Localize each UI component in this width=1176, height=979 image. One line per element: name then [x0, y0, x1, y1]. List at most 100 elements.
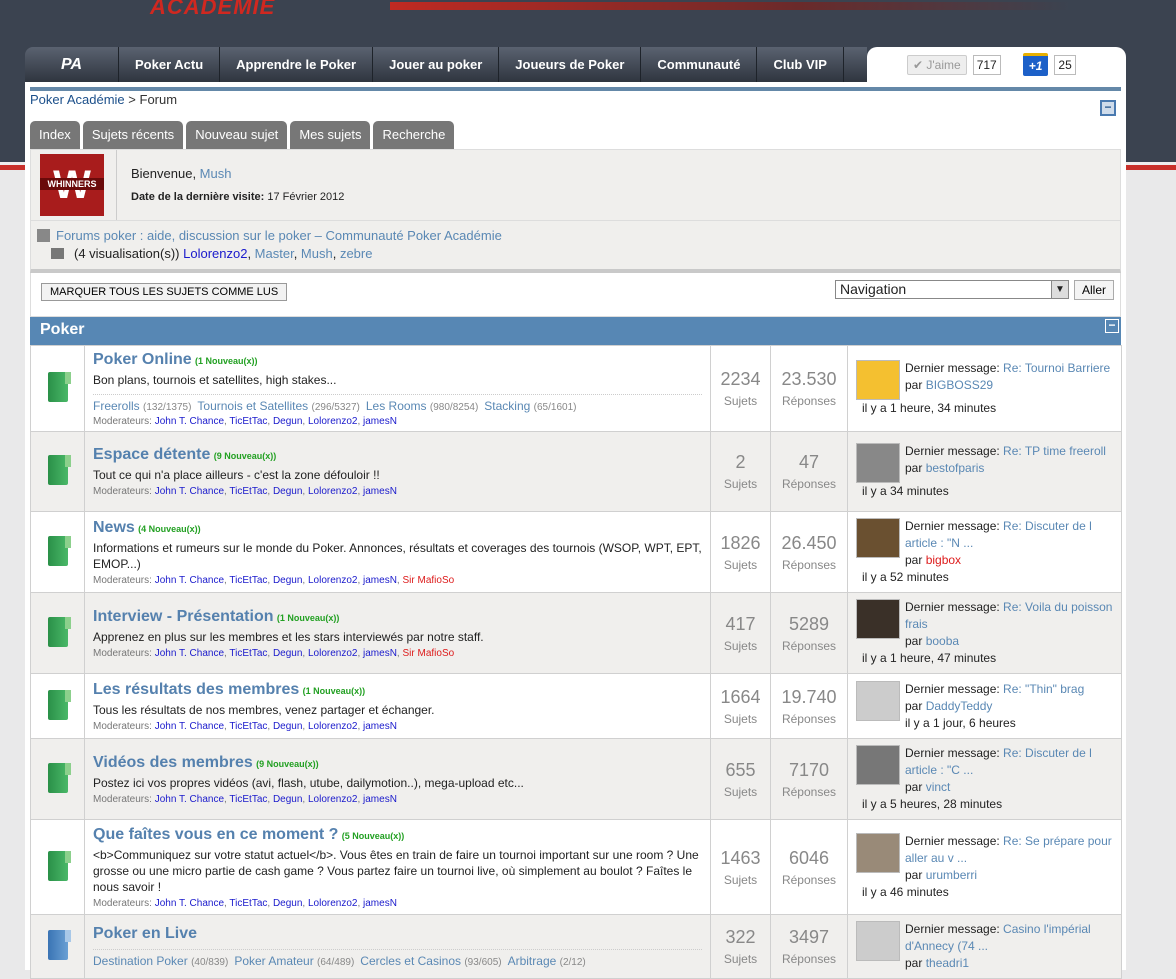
last-poster-avatar[interactable] — [856, 443, 900, 483]
last-poster-avatar[interactable] — [856, 745, 900, 785]
mark-all-read-button[interactable]: Marquer tous les sujets comme lus — [41, 283, 288, 301]
nav-item[interactable]: Poker Actu — [119, 47, 221, 82]
moderator-link[interactable]: Lolorenzo2 — [308, 575, 357, 586]
moderator-link[interactable]: Degun — [273, 575, 302, 586]
moderator-link[interactable]: Lolorenzo2 — [308, 416, 357, 427]
subforum-link[interactable]: Stacking — [484, 399, 530, 413]
nav-item[interactable]: Jouer au poker — [373, 47, 500, 82]
nav-item[interactable]: Apprendre le Poker — [220, 47, 374, 82]
last-post-link[interactable]: Re: "Thin" brag — [1003, 682, 1084, 696]
moderator-link[interactable]: Degun — [273, 648, 302, 659]
last-poster-link[interactable]: bestofparis — [926, 461, 985, 475]
forum-title-link[interactable]: Forums poker : aide, discussion sur le p… — [56, 228, 502, 243]
moderator-link[interactable]: John T. Chance — [155, 794, 224, 805]
forum-title-link[interactable]: Les résultats des membres — [93, 681, 299, 698]
moderator-link[interactable]: Lolorenzo2 — [308, 721, 357, 732]
last-poster-avatar[interactable] — [856, 518, 900, 558]
tab-recherche[interactable]: Recherche — [373, 121, 455, 149]
moderator-link[interactable]: John T. Chance — [155, 721, 224, 732]
forum-title-link[interactable]: Espace détente — [93, 446, 210, 463]
moderator-link[interactable]: Lolorenzo2 — [308, 486, 357, 497]
forum-title-link[interactable]: News — [93, 519, 135, 536]
moderator-link[interactable]: John T. Chance — [155, 575, 224, 586]
moderator-link[interactable]: TicEtTac — [229, 898, 267, 909]
last-poster-link[interactable]: booba — [926, 634, 959, 648]
navigation-select[interactable]: Navigation ▼ — [835, 280, 1069, 299]
moderator-link[interactable]: Degun — [273, 416, 302, 427]
last-poster-link[interactable]: vinct — [926, 780, 951, 794]
moderator-link[interactable]: Lolorenzo2 — [308, 898, 357, 909]
category-title[interactable]: Poker — [40, 321, 84, 338]
tab-index[interactable]: Index — [30, 121, 80, 149]
moderator-link[interactable]: John T. Chance — [155, 648, 224, 659]
subforum-link[interactable]: Destination Poker — [93, 954, 188, 968]
subforum-link[interactable]: Cercles et Casinos — [360, 954, 461, 968]
moderator-link[interactable]: Sir MafioSo — [402, 648, 454, 659]
moderator-link[interactable]: Degun — [273, 794, 302, 805]
collapse-category-icon[interactable]: − — [1105, 319, 1119, 333]
moderator-link[interactable]: TicEtTac — [229, 416, 267, 427]
moderator-link[interactable]: TicEtTac — [229, 486, 267, 497]
tab-sujets-r-cents[interactable]: Sujets récents — [82, 121, 184, 149]
last-poster-avatar[interactable] — [856, 921, 900, 961]
last-poster-avatar[interactable] — [856, 360, 900, 400]
tab-nouveau-sujet[interactable]: Nouveau sujet — [186, 121, 288, 149]
moderator-link[interactable]: Sir MafioSo — [402, 575, 454, 586]
forum-title-link[interactable]: Poker Online — [93, 351, 192, 368]
moderator-link[interactable]: jamesN — [363, 648, 397, 659]
moderator-link[interactable]: jamesN — [363, 721, 397, 732]
last-poster-link[interactable]: theadri1 — [926, 956, 969, 970]
last-poster-avatar[interactable] — [856, 599, 900, 639]
last-poster-link[interactable]: BIGBOSS29 — [926, 378, 993, 392]
breadcrumb-root[interactable]: Poker Académie — [30, 92, 125, 107]
facebook-like-button[interactable]: ✔ J'aime — [907, 54, 967, 75]
viewer-user-link[interactable]: Mush — [301, 246, 333, 261]
forum-title-link[interactable]: Que faîtes vous en ce moment ? — [93, 826, 338, 843]
nav-item[interactable]: Club VIP — [757, 47, 844, 82]
welcome-user-link[interactable]: Mush — [200, 166, 232, 181]
forum-title-link[interactable]: Poker en Live — [93, 925, 197, 942]
subforum-link[interactable]: Arbitrage — [508, 954, 557, 968]
moderator-link[interactable]: jamesN — [363, 794, 397, 805]
moderator-link[interactable]: Degun — [273, 486, 302, 497]
moderator-link[interactable]: Lolorenzo2 — [308, 794, 357, 805]
moderator-link[interactable]: TicEtTac — [229, 794, 267, 805]
chevron-down-icon[interactable]: ▼ — [1051, 281, 1068, 298]
tab-mes-sujets[interactable]: Mes sujets — [290, 121, 371, 149]
moderator-link[interactable]: John T. Chance — [155, 486, 224, 497]
viewer-user-link[interactable]: Lolorenzo2 — [183, 246, 247, 261]
viewer-user-link[interactable]: zebre — [340, 246, 373, 261]
moderator-link[interactable]: jamesN — [363, 898, 397, 909]
subforum-link[interactable]: Freerolls — [93, 399, 140, 413]
moderator-link[interactable]: John T. Chance — [155, 416, 224, 427]
last-poster-avatar[interactable] — [856, 833, 900, 873]
nav-item[interactable]: Joueurs de Poker — [499, 47, 642, 82]
go-button[interactable]: Aller — [1074, 280, 1115, 300]
forum-title-link[interactable]: Interview - Présentation — [93, 608, 274, 625]
moderator-link[interactable]: Degun — [273, 898, 302, 909]
moderator-link[interactable]: Degun — [273, 721, 302, 732]
moderator-link[interactable]: TicEtTac — [229, 721, 267, 732]
nav-item[interactable]: Communauté — [641, 47, 758, 82]
site-logo[interactable]: ACADEMIE — [150, 0, 275, 20]
google-plus-button[interactable]: +1 — [1022, 53, 1049, 76]
forum-title-link[interactable]: Vidéos des membres — [93, 754, 253, 771]
last-poster-link[interactable]: urumberri — [926, 868, 977, 882]
moderator-link[interactable]: John T. Chance — [155, 898, 224, 909]
last-poster-link[interactable]: DaddyTeddy — [926, 699, 993, 713]
moderator-link[interactable]: jamesN — [363, 486, 397, 497]
nav-home-logo[interactable]: PA — [25, 47, 119, 82]
avatar[interactable]: WWHINNERS — [31, 150, 117, 220]
subforum-link[interactable]: Les Rooms — [366, 399, 427, 413]
viewer-user-link[interactable]: Master — [255, 246, 294, 261]
moderator-link[interactable]: Lolorenzo2 — [308, 648, 357, 659]
subforum-link[interactable]: Tournois et Satellites — [197, 399, 308, 413]
last-poster-avatar[interactable] — [856, 680, 900, 721]
last-post-link[interactable]: Re: TP time freeroll — [1003, 444, 1106, 458]
moderator-link[interactable]: jamesN — [363, 575, 397, 586]
moderator-link[interactable]: TicEtTac — [229, 648, 267, 659]
last-post-link[interactable]: Re: Tournoi Barriere — [1003, 361, 1110, 375]
moderator-link[interactable]: TicEtTac — [229, 575, 267, 586]
collapse-icon[interactable]: − — [1100, 100, 1116, 116]
moderator-link[interactable]: jamesN — [363, 416, 397, 427]
